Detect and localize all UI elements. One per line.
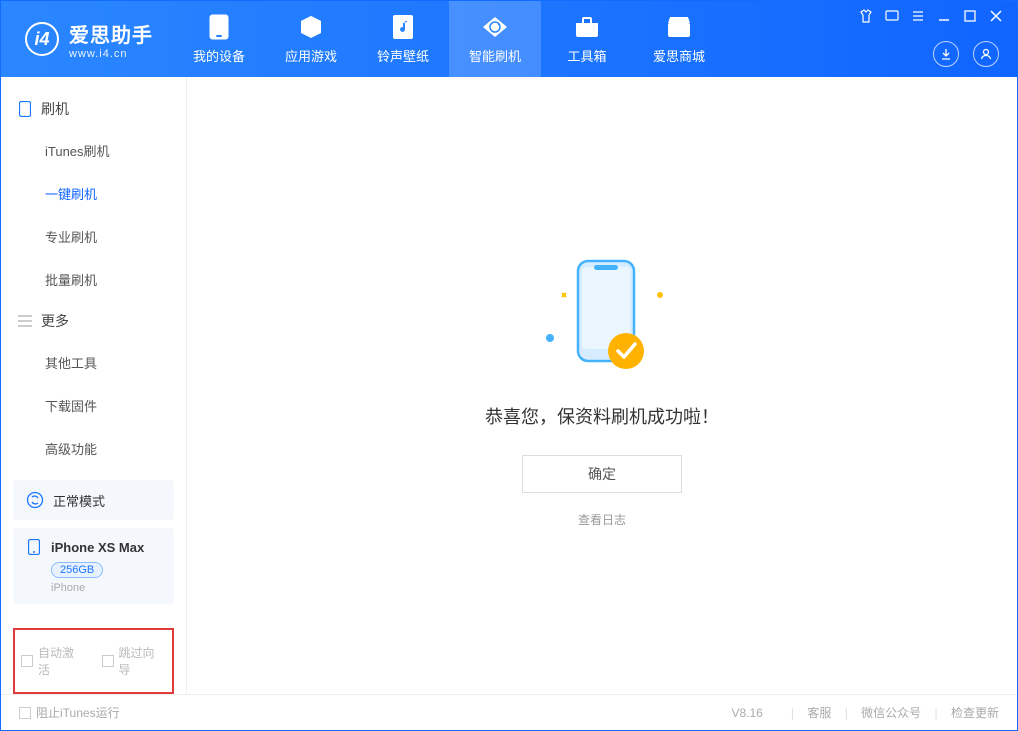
logo: i4 爱思助手 www.i4.cn	[1, 19, 173, 60]
success-message: 恭喜您，保资料刷机成功啦！	[485, 403, 719, 429]
sidebar-item-other-tools[interactable]: 其他工具	[1, 341, 186, 384]
toolbox-icon	[574, 14, 600, 40]
checkbox-block-itunes[interactable]: 阻止iTunes运行	[19, 704, 120, 721]
link-wechat[interactable]: 微信公众号	[861, 706, 921, 720]
device-mode-label: 正常模式	[53, 491, 105, 510]
content-area: 刷机 iTunes刷机 一键刷机 专业刷机 批量刷机 更多 其他工具 下载固件 …	[1, 77, 1017, 694]
maximize-button[interactable]	[963, 9, 977, 23]
cube-icon	[298, 14, 324, 40]
version-label: V8.16	[732, 706, 763, 720]
sidebar-item-download-firmware[interactable]: 下载固件	[1, 384, 186, 427]
main-panel: 恭喜您，保资料刷机成功啦！ 确定 查看日志	[187, 77, 1017, 694]
device-name: iPhone XS Max	[51, 540, 144, 555]
app-title: 爱思助手	[69, 19, 153, 48]
close-button[interactable]	[989, 9, 1003, 23]
app-url: www.i4.cn	[69, 48, 153, 60]
device-card[interactable]: iPhone XS Max 256GB iPhone	[13, 528, 174, 604]
view-log-link[interactable]: 查看日志	[578, 511, 626, 528]
highlight-box: 自动激活 跳过向导	[13, 628, 174, 694]
checkbox-auto-activate[interactable]: 自动激活	[21, 644, 86, 678]
titlebar: i4 爱思助手 www.i4.cn 我的设备 应用游戏 铃声壁纸 智能刷机	[1, 1, 1017, 77]
nav-smart-flash[interactable]: 智能刷机	[449, 1, 541, 77]
device-icon	[206, 14, 232, 40]
menu-icon[interactable]	[911, 9, 925, 23]
phone-icon	[25, 538, 43, 556]
sidebar: 刷机 iTunes刷机 一键刷机 专业刷机 批量刷机 更多 其他工具 下载固件 …	[1, 77, 187, 694]
sync-icon	[25, 490, 45, 510]
success-illustration	[532, 243, 672, 383]
nav-toolbox[interactable]: 工具箱	[541, 1, 633, 77]
logo-icon: i4	[25, 22, 59, 56]
phone-outline-icon	[17, 101, 33, 117]
ok-button[interactable]: 确定	[522, 455, 682, 493]
nav-ringtone-wallpaper[interactable]: 铃声壁纸	[357, 1, 449, 77]
checkbox-skip-guide[interactable]: 跳过向导	[102, 644, 167, 678]
account-button[interactable]	[973, 41, 999, 67]
statusbar: 阻止iTunes运行 V8.16 | 客服 | 微信公众号 | 检查更新	[1, 694, 1017, 730]
sidebar-section-flash: 刷机	[1, 89, 186, 129]
nav-my-device[interactable]: 我的设备	[173, 1, 265, 77]
checkbox-icon	[21, 655, 33, 667]
device-storage: 256GB	[51, 562, 103, 578]
sidebar-item-batch-flash[interactable]: 批量刷机	[1, 258, 186, 301]
sidebar-item-advanced[interactable]: 高级功能	[1, 427, 186, 470]
shirt-icon[interactable]	[859, 9, 873, 23]
feedback-icon[interactable]	[885, 9, 899, 23]
sidebar-item-pro-flash[interactable]: 专业刷机	[1, 215, 186, 258]
music-note-icon	[390, 14, 416, 40]
sidebar-section-more: 更多	[1, 301, 186, 341]
sidebar-item-oneclick-flash[interactable]: 一键刷机	[1, 172, 186, 215]
checkbox-icon	[19, 707, 31, 719]
store-icon	[666, 14, 692, 40]
window-controls	[859, 9, 1003, 23]
device-mode-card[interactable]: 正常模式	[13, 480, 174, 520]
nav-store[interactable]: 爱思商城	[633, 1, 725, 77]
link-support[interactable]: 客服	[807, 706, 831, 720]
minimize-button[interactable]	[937, 9, 951, 23]
app-window: i4 爱思助手 www.i4.cn 我的设备 应用游戏 铃声壁纸 智能刷机	[0, 0, 1018, 731]
sidebar-item-itunes-flash[interactable]: iTunes刷机	[1, 129, 186, 172]
downloads-button[interactable]	[933, 41, 959, 67]
nav-apps-games[interactable]: 应用游戏	[265, 1, 357, 77]
checkbox-icon	[102, 655, 114, 667]
navbar: 我的设备 应用游戏 铃声壁纸 智能刷机 工具箱 爱思商城	[173, 1, 725, 77]
link-check-update[interactable]: 检查更新	[951, 706, 999, 720]
refresh-icon	[482, 14, 508, 40]
device-type: iPhone	[51, 582, 162, 594]
menu-lines-icon	[17, 313, 33, 329]
